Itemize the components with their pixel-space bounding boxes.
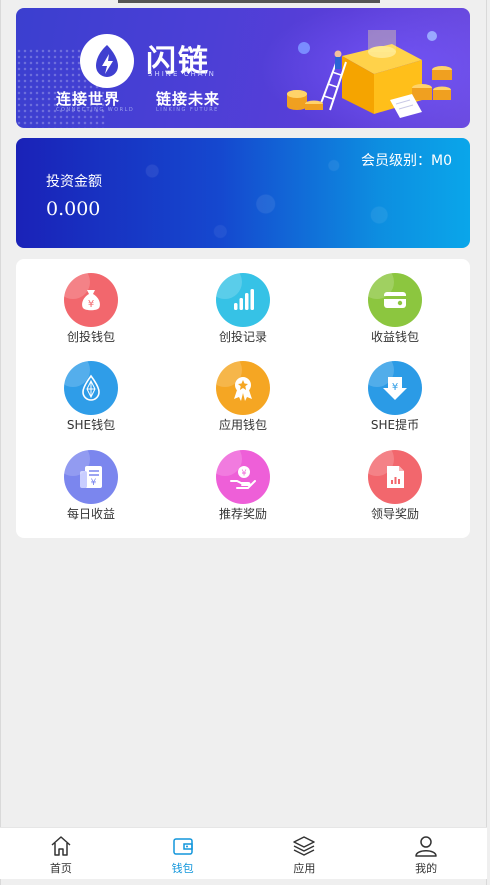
menu-item-venture-wallet[interactable]: ¥ 创投钱包 <box>41 259 141 344</box>
svg-text:¥: ¥ <box>392 382 398 393</box>
brand-name-en: SHINE CHAIN <box>148 70 216 78</box>
wallet-menu-grid: ¥ 创投钱包 创投记录 收益钱包 SHE钱包 应用钱包 ¥ SHE提币 ¥ 每日… <box>16 259 470 538</box>
svg-text:¥: ¥ <box>91 478 97 488</box>
network-drop-icon <box>64 361 118 415</box>
svg-text:¥: ¥ <box>88 299 94 310</box>
menu-item-leader-reward[interactable]: 领导奖励 <box>345 436 445 521</box>
menu-item-label: 应用钱包 <box>218 418 267 432</box>
menu-item-app-wallet[interactable]: 应用钱包 <box>193 347 293 432</box>
menu-item-label: 创投记录 <box>218 330 267 344</box>
receipt-icon: ¥ <box>64 450 118 504</box>
treasure-box-illustration <box>287 30 452 118</box>
member-level: 会员级别：M0 <box>361 153 452 169</box>
slogan-left-en: CONNECTING WORLD <box>56 107 135 113</box>
wallet-icon <box>172 838 193 855</box>
menu-item-label: SHE钱包 <box>66 418 116 432</box>
bottom-nav: 首页 钱包 应用 我的 <box>0 827 487 879</box>
lightning-logo-icon <box>80 34 134 88</box>
menu-item-she-withdraw[interactable]: ¥ SHE提币 <box>345 347 445 432</box>
status-bar-indicator <box>118 0 380 3</box>
investment-amount-label: 投资金额 <box>46 174 102 190</box>
nav-label: 我的 <box>415 862 438 875</box>
nav-label: 应用 <box>293 862 316 875</box>
withdraw-arrow-icon: ¥ <box>368 361 422 415</box>
investment-amount-value: 0.000 <box>46 198 101 220</box>
award-badge-icon <box>216 361 270 415</box>
menu-item-she-wallet[interactable]: SHE钱包 <box>41 347 141 432</box>
nav-item-wallet[interactable]: 钱包 <box>122 828 244 879</box>
promo-banner[interactable]: 闪链 SHINE CHAIN 连接世界 链接未来 CONNECTING WORL… <box>16 8 470 128</box>
nav-label: 钱包 <box>171 862 194 875</box>
slogan-right-en: LINKING FUTURE <box>156 107 219 113</box>
investment-card: 会员级别：M0 投资金额 0.000 <box>16 138 470 248</box>
menu-item-label: SHE提币 <box>370 418 420 432</box>
menu-item-venture-records[interactable]: 创投记录 <box>193 259 293 344</box>
report-doc-icon <box>368 450 422 504</box>
menu-item-label: 推荐奖励 <box>218 507 267 521</box>
page-edge <box>0 0 1 885</box>
wallet-card-icon <box>368 273 422 327</box>
svg-text:¥: ¥ <box>241 469 246 478</box>
home-icon <box>51 836 71 856</box>
user-icon <box>415 836 437 857</box>
menu-item-earnings-wallet[interactable]: 收益钱包 <box>345 259 445 344</box>
hand-coin-icon: ¥ <box>216 450 270 504</box>
nav-label: 首页 <box>49 862 72 875</box>
nav-item-profile[interactable]: 我的 <box>365 828 487 879</box>
menu-item-label: 收益钱包 <box>370 330 419 344</box>
menu-item-label: 每日收益 <box>66 507 115 521</box>
menu-item-label: 创投钱包 <box>66 330 115 344</box>
layers-icon <box>293 836 316 856</box>
nav-item-home[interactable]: 首页 <box>0 828 122 879</box>
slogan-right: 链接未来 <box>156 90 221 108</box>
nav-item-apps[interactable]: 应用 <box>244 828 366 879</box>
menu-item-daily-earnings[interactable]: ¥ 每日收益 <box>41 436 141 521</box>
slogan-left: 连接世界 <box>56 90 121 108</box>
page-edge <box>486 0 487 885</box>
menu-item-label: 领导奖励 <box>370 507 419 521</box>
menu-item-referral-reward[interactable]: ¥ 推荐奖励 <box>193 436 293 521</box>
bar-chart-icon <box>216 273 270 327</box>
money-bag-icon: ¥ <box>64 273 118 327</box>
